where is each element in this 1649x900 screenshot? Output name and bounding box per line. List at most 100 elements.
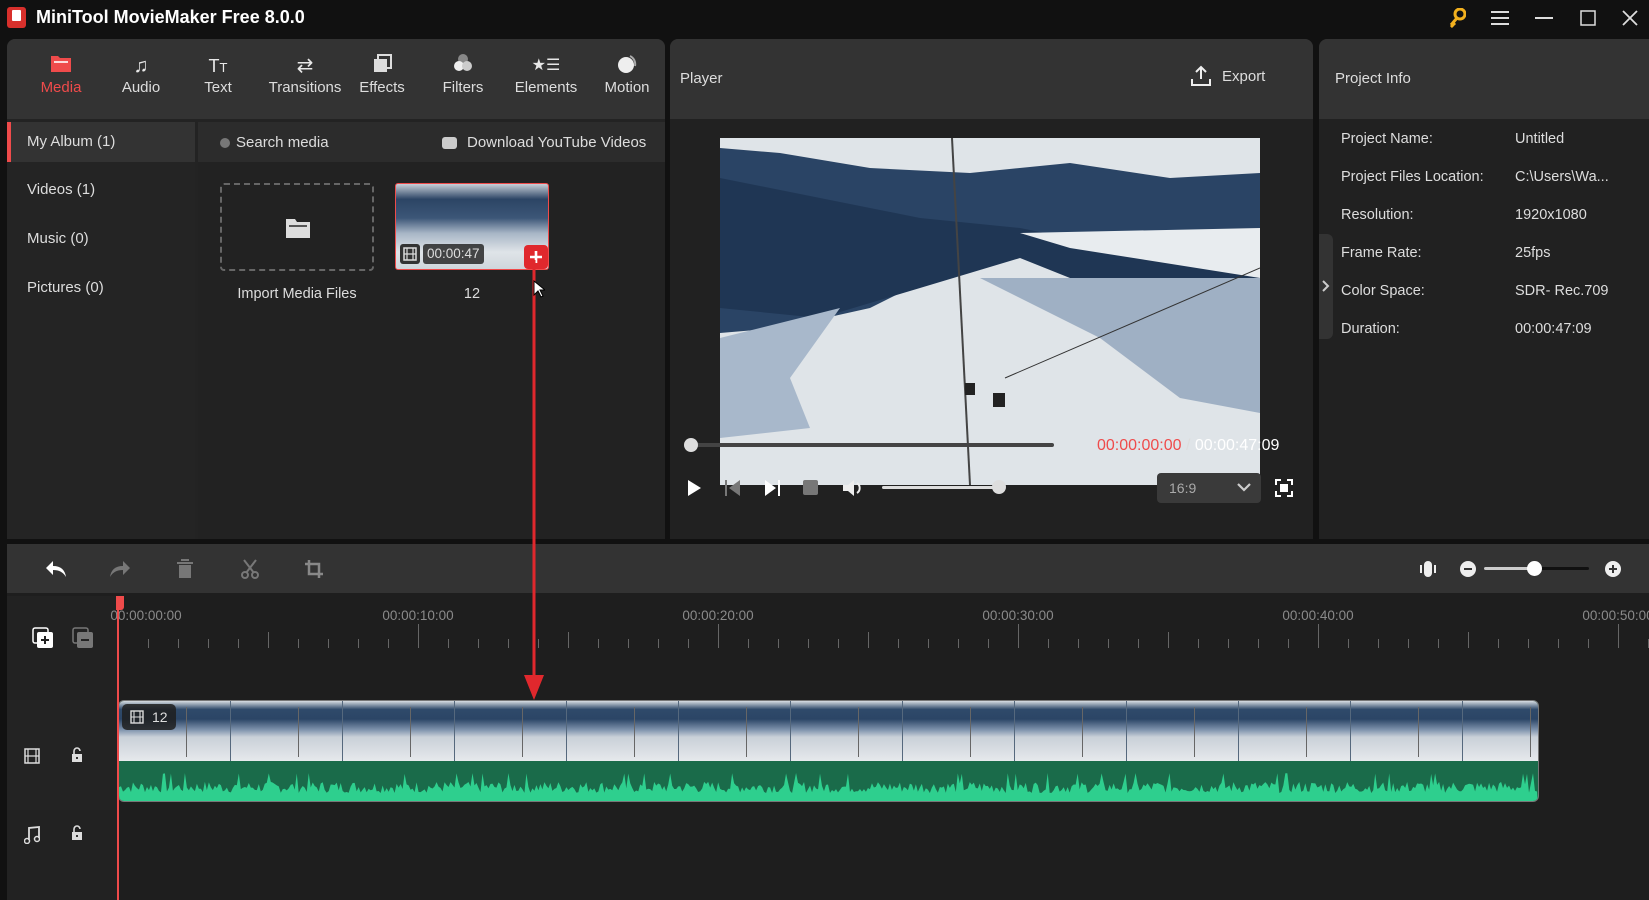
ruler-tick	[1558, 639, 1559, 648]
previous-frame-button[interactable]	[724, 479, 742, 502]
info-value: Untitled	[1515, 131, 1565, 147]
tab-label: Transitions	[268, 79, 342, 96]
tab-transitions[interactable]: ⇄ Transitions	[258, 53, 352, 113]
redo-button[interactable]	[107, 556, 133, 582]
clip-duration: 00:00:47	[423, 244, 484, 264]
undo-button[interactable]	[43, 556, 69, 582]
ruler-tick	[778, 639, 779, 648]
menu-icon[interactable]	[1485, 4, 1515, 32]
folder-icon	[21, 53, 101, 79]
tab-filters[interactable]: Filters	[423, 53, 503, 113]
search-media-button[interactable]: Search media	[220, 134, 329, 151]
elements-icon: ★☰	[531, 57, 561, 74]
info-value: 00:00:47:09	[1515, 321, 1592, 337]
zoom-out-icon	[1460, 561, 1476, 577]
key-icon[interactable]	[1442, 4, 1472, 32]
volume-handle[interactable]	[992, 480, 1006, 494]
ruler-label: 00:00:30:00	[982, 608, 1054, 623]
minimize-button[interactable]	[1529, 4, 1559, 32]
info-row-color-space: Color Space: SDR- Rec.709	[1341, 283, 1641, 313]
ruler-tick	[508, 639, 509, 648]
album-sidebar: My Album (1) Videos (1) Music (0) Pictur…	[7, 122, 195, 539]
ruler-tick	[1108, 639, 1109, 648]
transition-icon: ⇄	[296, 55, 314, 77]
ruler-major-tick	[418, 624, 419, 648]
info-value: C:\Users\Wa...	[1515, 169, 1609, 185]
video-track-header	[7, 700, 117, 810]
ruler-tick	[1378, 639, 1379, 648]
playback-progress-handle[interactable]	[684, 438, 698, 452]
album-my-album[interactable]: My Album (1)	[7, 122, 195, 162]
tab-effects[interactable]: Effects	[342, 53, 422, 113]
fullscreen-button[interactable]	[1275, 479, 1293, 502]
unlock-icon[interactable]	[71, 825, 83, 841]
maximize-button[interactable]	[1573, 4, 1603, 32]
ruler-label: 00:00:40:00	[1282, 608, 1354, 623]
remove-track-button[interactable]	[72, 627, 94, 654]
tab-media[interactable]: Media	[21, 53, 101, 113]
volume-button[interactable]	[842, 478, 864, 503]
crop-button[interactable]	[301, 556, 327, 582]
zoom-in-button[interactable]	[1600, 556, 1626, 582]
info-label: Resolution:	[1341, 207, 1414, 223]
stop-button[interactable]	[803, 480, 818, 495]
close-button[interactable]	[1615, 4, 1645, 32]
info-label: Project Files Location:	[1341, 169, 1484, 185]
add-track-button[interactable]	[32, 627, 54, 654]
info-row-project-name: Project Name: Untitled	[1341, 131, 1641, 161]
ruler-major-tick	[718, 624, 719, 648]
tab-text[interactable]: TT Text	[178, 53, 258, 113]
album-videos[interactable]: Videos (1)	[7, 170, 195, 210]
playhead[interactable]	[116, 596, 124, 900]
title-bar: MiniTool MovieMaker Free 8.0.0	[0, 0, 1649, 36]
tab-audio[interactable]: ♫ Audio	[101, 53, 181, 113]
ruler-tick	[628, 639, 629, 648]
ruler-tick	[388, 639, 389, 648]
ruler-tick	[688, 639, 689, 648]
ruler-tick	[268, 632, 269, 648]
aspect-ratio-select[interactable]: 16:9	[1157, 473, 1261, 503]
effects-icon	[342, 53, 422, 79]
play-button[interactable]	[686, 479, 702, 502]
clip-name: 12	[152, 709, 168, 725]
info-row-location: Project Files Location: C:\Users\Wa...	[1341, 169, 1641, 199]
split-button[interactable]	[237, 556, 263, 582]
tab-elements[interactable]: ★☰ Elements	[506, 53, 586, 113]
fit-timeline-button[interactable]	[1415, 556, 1441, 582]
delete-button[interactable]	[172, 556, 198, 582]
export-label: Export	[1222, 67, 1266, 85]
collapse-panel-handle[interactable]	[1319, 234, 1333, 339]
audio-waveform	[119, 773, 1538, 801]
next-frame-button[interactable]	[763, 479, 781, 502]
clip-frame-thumbnail	[791, 701, 903, 761]
tab-label: Motion	[604, 79, 650, 96]
youtube-download-icon	[442, 136, 457, 149]
tab-label: Filters	[442, 79, 484, 96]
ruler-major-tick	[1318, 624, 1319, 648]
media-header: Search media Download YouTube Videos	[198, 122, 665, 162]
export-button[interactable]: Export	[1190, 65, 1265, 87]
timeline-ruler[interactable]: 00:00:00:00 00:00:10:00 00:00:20:00 00:00:3…	[110, 596, 1649, 696]
album-music[interactable]: Music (0)	[7, 219, 195, 259]
unlock-icon[interactable]	[71, 747, 83, 763]
album-pictures[interactable]: Pictures (0)	[7, 268, 195, 308]
playhead-handle[interactable]	[116, 596, 124, 610]
tab-motion[interactable]: Motion	[587, 53, 665, 113]
import-media-label: Import Media Files	[237, 286, 357, 302]
chevron-right-icon	[1322, 280, 1330, 292]
chevron-down-icon	[1237, 483, 1251, 492]
project-info-title: Project Info	[1335, 70, 1411, 87]
export-icon	[1191, 65, 1211, 86]
zoom-in-icon	[1605, 561, 1621, 577]
download-youtube-button[interactable]: Download YouTube Videos	[442, 134, 646, 151]
zoom-out-button[interactable]	[1455, 556, 1481, 582]
waveform-path	[119, 773, 1538, 801]
playback-progress-track[interactable]	[686, 443, 1054, 447]
timeline-video-clip[interactable]: 12	[118, 700, 1539, 802]
import-media-button[interactable]	[220, 183, 374, 271]
volume-slider[interactable]	[882, 486, 997, 489]
add-track-icon	[32, 627, 53, 648]
timeline-zoom-handle[interactable]	[1527, 561, 1543, 576]
clip-frame-thumbnail	[1015, 701, 1127, 761]
project-info-header: Project Info	[1319, 39, 1649, 119]
